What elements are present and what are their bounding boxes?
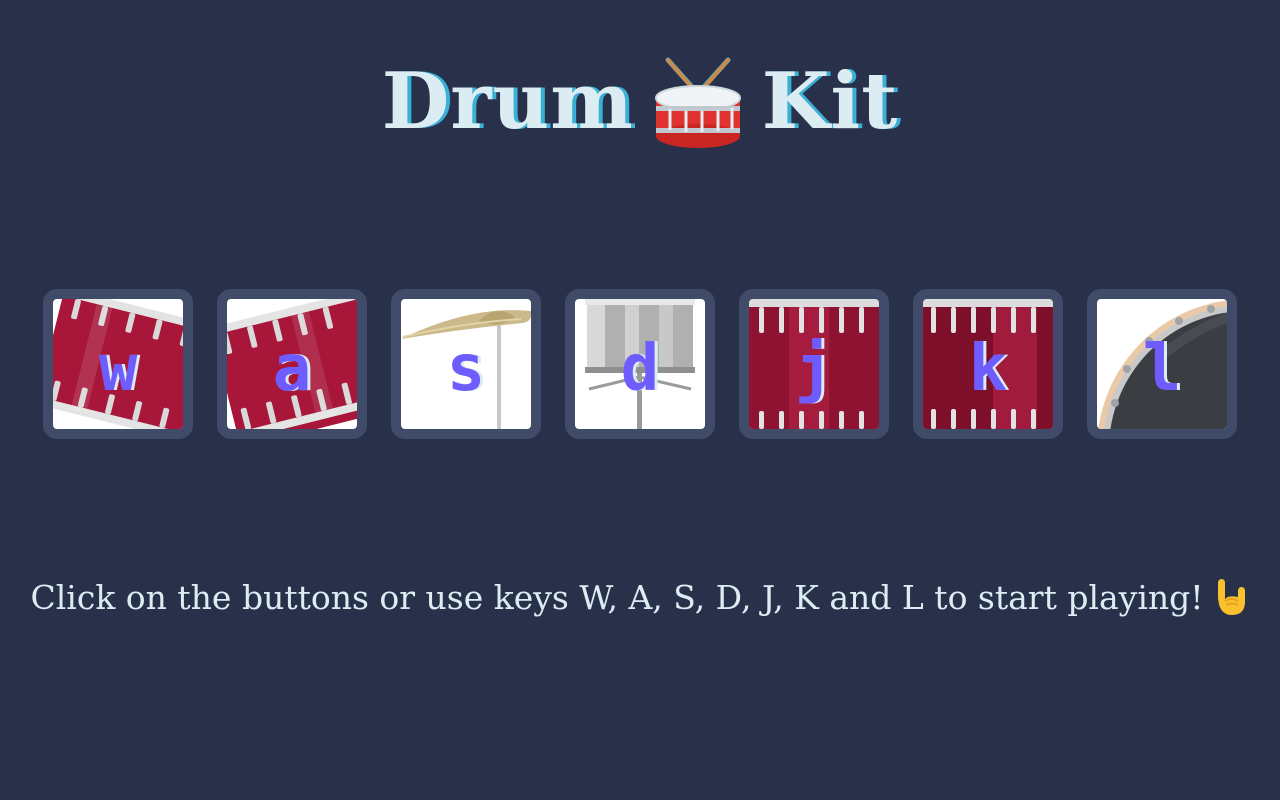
instructions: Click on the buttons or use keys W, A, S… — [0, 574, 1280, 620]
page-title: Drum Kit — [0, 52, 1280, 152]
key-letter-k: k — [968, 332, 1008, 406]
rock-on-hand-icon — [1217, 579, 1245, 615]
drum-button-k[interactable]: k — [913, 289, 1063, 439]
key-letter-w: w — [98, 332, 138, 406]
drum-button-j[interactable]: j — [739, 289, 889, 439]
title-word-drum: Drum — [381, 56, 634, 147]
drum-icon — [654, 57, 741, 148]
drum-set: w a s d j k l — [43, 289, 1237, 439]
drum-button-w[interactable]: w — [43, 289, 193, 439]
key-letter-l: l — [1142, 332, 1182, 406]
drum-kit-page: Drum Kit w a s d j k l Click on the butt… — [0, 0, 1280, 800]
title-word-kit: Kit — [761, 56, 899, 147]
key-letter-j: j — [794, 332, 834, 406]
drum-button-l[interactable]: l — [1087, 289, 1237, 439]
drum-button-a[interactable]: a — [217, 289, 367, 439]
key-letter-a: a — [272, 332, 312, 406]
drum-button-d[interactable]: d — [565, 289, 715, 439]
key-letter-d: d — [620, 332, 660, 406]
instructions-text: Click on the buttons or use keys W, A, S… — [30, 577, 1204, 617]
drum-button-s[interactable]: s — [391, 289, 541, 439]
key-letter-s: s — [446, 332, 486, 406]
